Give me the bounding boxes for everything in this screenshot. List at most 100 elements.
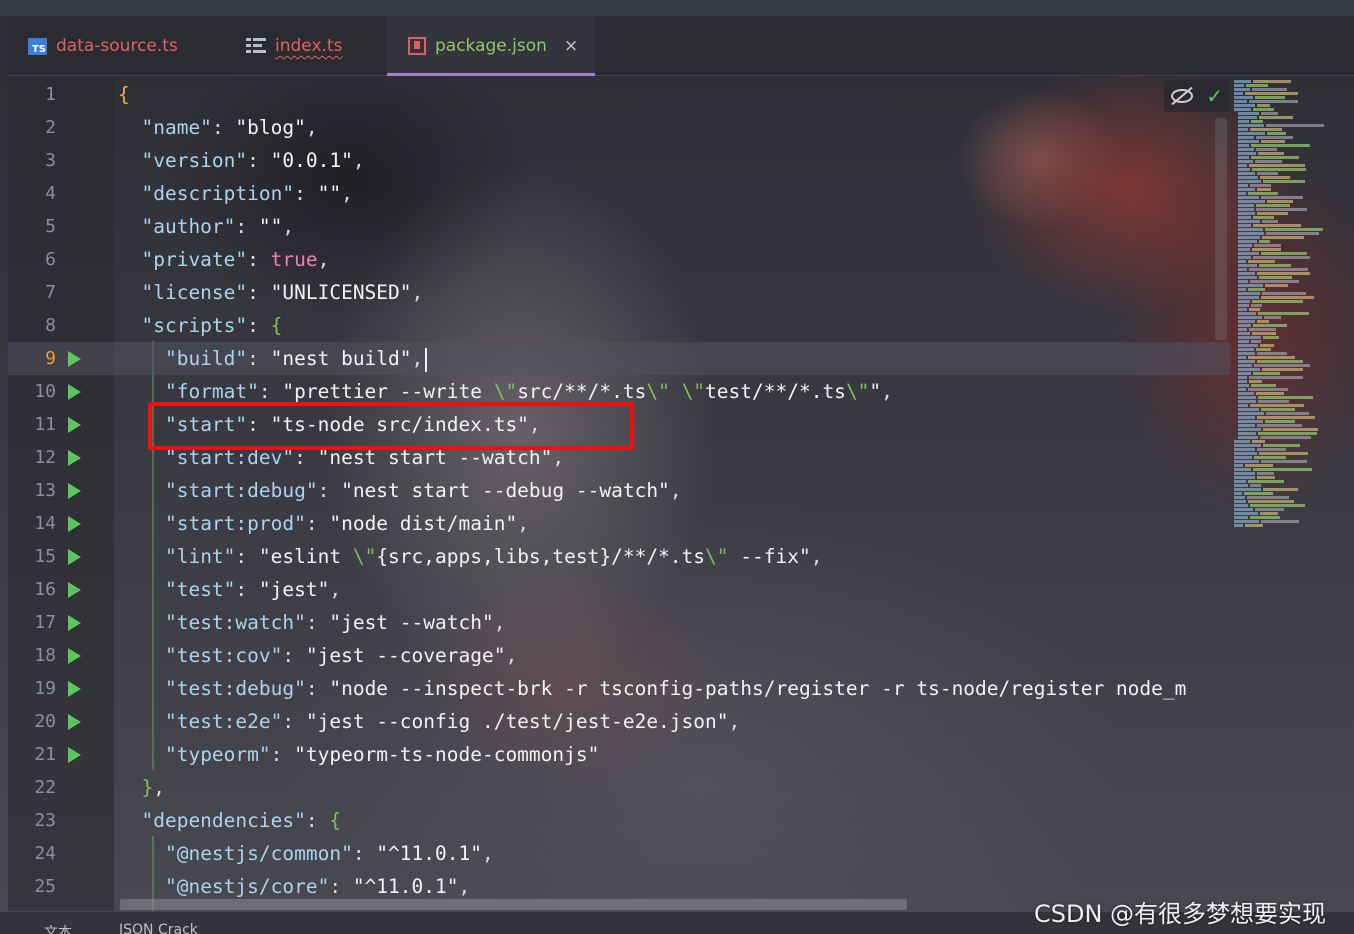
check-icon[interactable]: ✓ <box>1206 84 1223 108</box>
code-token: : <box>305 809 330 832</box>
code-line[interactable]: 24 "@nestjs/common": "^11.0.1", <box>8 837 1230 870</box>
code-line[interactable]: 15 "lint": "eslint \"{src,apps,libs,test… <box>8 540 1230 573</box>
minimap-line <box>1238 296 1259 299</box>
code-line[interactable]: 18 "test:cov": "jest --coverage", <box>8 639 1230 672</box>
minimap-line <box>1238 420 1263 423</box>
minimap-line <box>1262 236 1304 239</box>
close-icon[interactable]: × <box>564 36 578 56</box>
run-script-icon[interactable] <box>68 516 81 532</box>
code-token: "test:e2e" <box>164 710 283 733</box>
code-text: "dependencies": { <box>118 804 341 837</box>
line-number: 19 <box>34 678 56 699</box>
minimap-line <box>1261 408 1295 411</box>
minimap-line <box>1257 212 1288 215</box>
code-editor[interactable]: 1{2 "name": "blog", 3 "version": "0.0.1",… <box>8 77 1230 911</box>
run-script-icon[interactable] <box>68 747 81 763</box>
minimap-line <box>1266 412 1309 415</box>
bottom-tab-text[interactable]: 文本 <box>44 922 72 934</box>
code-line[interactable]: 3 "version": "0.0.1", <box>8 144 1230 177</box>
code-line[interactable]: 20 "test:e2e": "jest --config ./test/jes… <box>8 705 1230 738</box>
code-line[interactable]: 22 }, <box>8 771 1230 804</box>
code-line[interactable]: 1{ <box>8 78 1230 111</box>
minimap-line <box>1257 188 1271 191</box>
minimap-line <box>1251 144 1310 147</box>
bottom-tab-json-crack[interactable]: JSON Crack <box>119 922 198 934</box>
code-line[interactable]: 23 "dependencies": { <box>8 804 1230 837</box>
code-line[interactable]: 9 "build": "nest build", <box>8 342 1230 375</box>
hidden-eye-icon[interactable] <box>1170 89 1193 103</box>
code-text: "start:prod": "node dist/main", <box>118 507 529 540</box>
code-line[interactable]: 13 "start:debug": "nest start --debug --… <box>8 474 1230 507</box>
code-line[interactable]: 8 "scripts": { <box>8 309 1230 342</box>
code-token: test/**/*.ts <box>705 380 846 403</box>
run-script-icon[interactable] <box>68 582 81 598</box>
line-number: 13 <box>34 480 56 501</box>
code-token: : <box>305 611 330 634</box>
run-script-icon[interactable] <box>68 615 81 631</box>
minimap-line <box>1261 296 1314 299</box>
run-script-icon[interactable] <box>68 351 81 367</box>
code-line[interactable]: 14 "start:prod": "node dist/main", <box>8 507 1230 540</box>
json-file-icon <box>408 37 426 55</box>
horizontal-scrollbar[interactable] <box>120 899 907 910</box>
tab-index[interactable]: index.ts <box>246 16 342 76</box>
minimap-line <box>1238 148 1254 151</box>
minimap-line <box>1251 384 1276 387</box>
code-token: : <box>329 875 353 898</box>
code-token: {src,apps,libs,test}/**/*.ts <box>376 545 706 568</box>
code-token: \" <box>681 380 706 403</box>
code-line[interactable]: 7 "license": "UNLICENSED", <box>8 276 1230 309</box>
minimap-line <box>1238 352 1255 355</box>
minimap-line <box>1238 160 1253 163</box>
inspection-widget[interactable]: ✓ <box>1164 80 1230 112</box>
run-script-icon[interactable] <box>68 384 81 400</box>
minimap-line <box>1238 324 1251 327</box>
minimap-line <box>1238 404 1248 407</box>
line-number: 10 <box>34 381 56 402</box>
minimap-line <box>1238 340 1249 343</box>
minimap-line <box>1248 500 1294 503</box>
code-token: \" <box>705 545 729 568</box>
code-token: : <box>235 545 259 568</box>
minimap-line <box>1249 376 1303 379</box>
minimap-line <box>1248 388 1288 391</box>
code-line[interactable]: 19 "test:debug": "node --inspect-brk -r … <box>8 672 1230 705</box>
minimap-line <box>1238 272 1255 275</box>
typescript-file-icon: TS <box>28 37 47 55</box>
vertical-scrollbar[interactable] <box>1215 118 1227 340</box>
minimap-line <box>1238 316 1262 319</box>
tab-label: index.ts <box>275 36 343 56</box>
minimap-line <box>1259 116 1293 119</box>
minimap-line <box>1238 236 1260 239</box>
minimap-line <box>1250 128 1282 131</box>
minimap-line <box>1258 432 1317 435</box>
run-script-icon[interactable] <box>68 483 81 499</box>
minimap-line <box>1238 276 1257 279</box>
run-script-icon[interactable] <box>68 549 81 565</box>
run-script-icon[interactable] <box>68 714 81 730</box>
minimap-line <box>1260 512 1278 515</box>
code-token: "eslint <box>258 545 353 568</box>
minimap-line <box>1253 256 1310 259</box>
code-line[interactable]: 4 "description": "", <box>8 177 1230 210</box>
code-line[interactable]: 2 "name": "blog", <box>8 111 1230 144</box>
run-script-icon[interactable] <box>68 648 81 664</box>
code-line[interactable]: 21 "typeorm": "typeorm-ts-node-commonjs" <box>8 738 1230 771</box>
run-script-icon[interactable] <box>68 681 81 697</box>
minimap-line <box>1238 132 1265 135</box>
run-script-icon[interactable] <box>68 450 81 466</box>
code-line[interactable]: 5 "author": "", <box>8 210 1230 243</box>
code-line[interactable]: 17 "test:watch": "jest --watch", <box>8 606 1230 639</box>
minimap-line <box>1250 504 1305 507</box>
code-token: "name" <box>141 116 212 139</box>
run-script-icon[interactable] <box>68 417 81 433</box>
minimap-line <box>1257 172 1278 175</box>
tab-package-json[interactable]: package.json × <box>387 16 595 76</box>
code-line[interactable]: 16 "test": "jest", <box>8 573 1230 606</box>
code-line[interactable]: 6 "private": true, <box>8 243 1230 276</box>
minimap-line <box>1238 220 1260 223</box>
minimap-line <box>1238 240 1257 243</box>
tab-data-source[interactable]: TS data-source.ts <box>28 16 178 76</box>
code-minimap[interactable] <box>1232 80 1354 540</box>
